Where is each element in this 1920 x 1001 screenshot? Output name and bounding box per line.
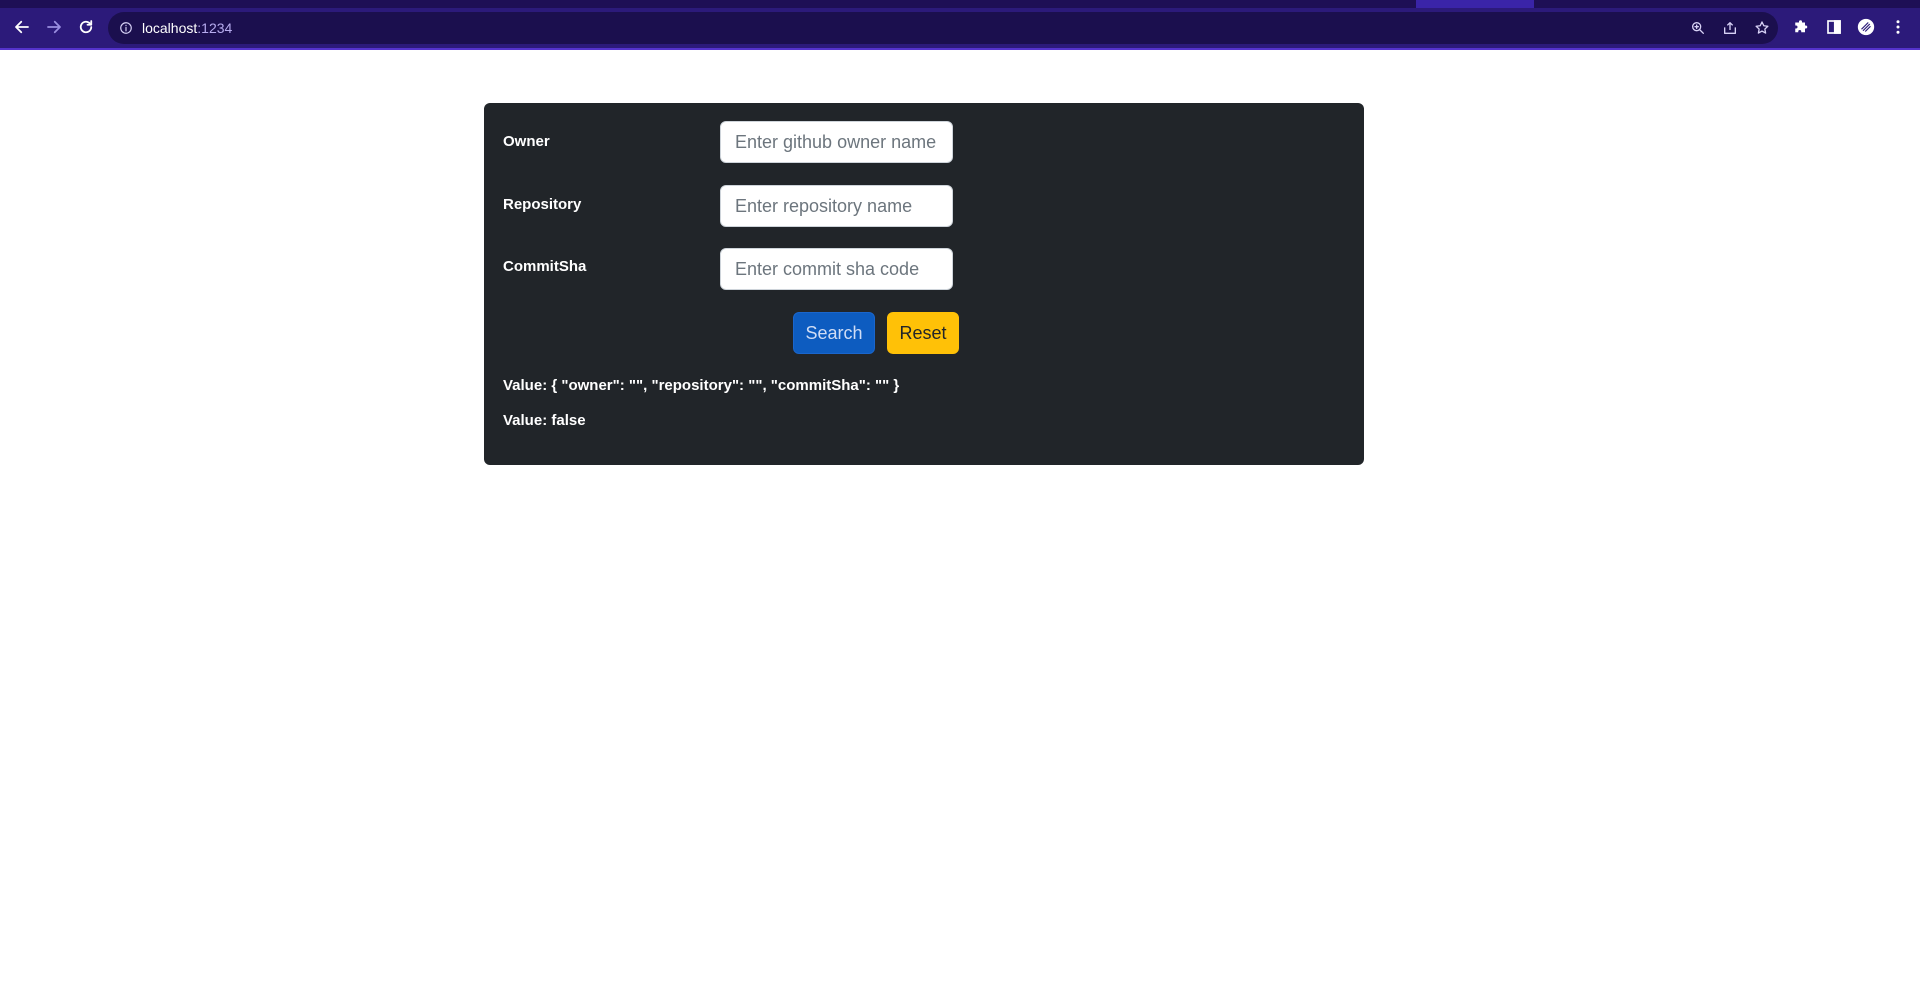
- share-icon[interactable]: [1720, 18, 1740, 38]
- profile-avatar-icon[interactable]: [1855, 16, 1877, 38]
- puzzle-icon[interactable]: [1791, 16, 1813, 38]
- repository-input[interactable]: [720, 185, 953, 227]
- tab-strip: [0, 0, 1920, 8]
- browser-toolbar: localhost:1234: [0, 0, 1920, 50]
- info-icon[interactable]: [118, 20, 134, 36]
- url-port: :1234: [197, 20, 233, 36]
- url-host: localhost: [142, 20, 198, 36]
- search-button[interactable]: Search: [793, 312, 875, 354]
- active-tab[interactable]: [1416, 0, 1534, 8]
- form-value-bool: Value: false: [503, 412, 586, 429]
- kebab-menu-icon[interactable]: [1887, 16, 1909, 38]
- star-icon[interactable]: [1752, 18, 1772, 38]
- repository-label: Repository: [503, 196, 582, 213]
- commitsha-label: CommitSha: [503, 258, 587, 275]
- forward-arrow-icon[interactable]: [42, 15, 66, 39]
- commitsha-input[interactable]: [720, 248, 953, 290]
- side-panel-icon[interactable]: [1823, 16, 1845, 38]
- form-value-json: Value: { "owner": "", "repository": "", …: [503, 377, 900, 394]
- url-text[interactable]: localhost:1234: [142, 20, 232, 36]
- zoom-icon[interactable]: [1688, 18, 1708, 38]
- reset-button[interactable]: Reset: [887, 312, 959, 354]
- search-form-card: Owner Repository CommitSha Search Reset …: [484, 103, 1364, 465]
- back-arrow-icon[interactable]: [10, 15, 34, 39]
- reload-icon[interactable]: [74, 15, 98, 39]
- owner-input[interactable]: [720, 121, 953, 163]
- address-bar[interactable]: localhost:1234: [108, 12, 1778, 44]
- owner-label: Owner: [503, 133, 550, 150]
